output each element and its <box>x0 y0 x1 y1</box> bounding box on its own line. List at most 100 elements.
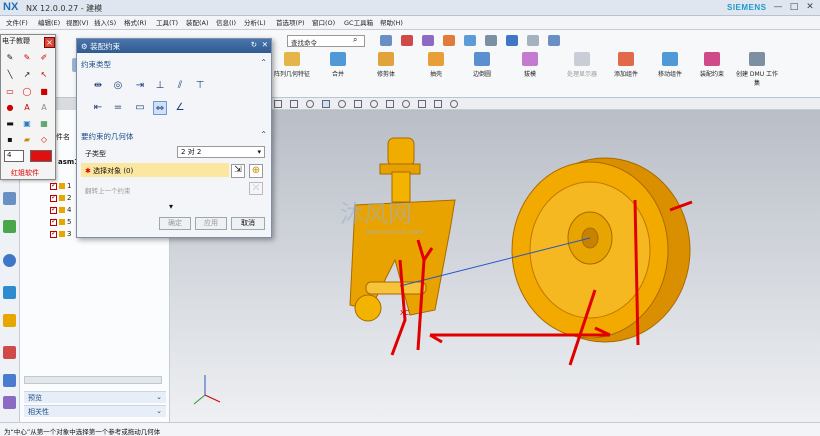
dialog-title-bar[interactable]: ⚙ 装配约束 ↻ ✕ <box>77 39 271 53</box>
checkbox[interactable] <box>50 229 57 238</box>
orient-icon[interactable] <box>548 35 560 46</box>
menu-format[interactable]: 格式(R) <box>124 17 147 27</box>
pattern-geometry-button[interactable]: 阵列几何特征 <box>270 52 314 78</box>
maximize-button[interactable]: □ <box>787 1 801 14</box>
dependencies-panel-toggle[interactable]: 相关性 ⌄ <box>24 405 166 417</box>
snap-quadrant-icon[interactable] <box>402 100 410 108</box>
snap-end-icon[interactable] <box>354 100 362 108</box>
menu-insert[interactable]: 插入(S) <box>94 17 116 27</box>
menu-info[interactable]: 信息(I) <box>216 17 236 27</box>
constraint-navigator-icon[interactable] <box>3 220 16 233</box>
parallel-icon[interactable]: ⫽ <box>173 79 187 93</box>
reset-icon[interactable]: ↻ <box>251 40 257 49</box>
close-icon[interactable]: ✕ <box>262 40 268 49</box>
horizontal-scrollbar[interactable] <box>24 376 162 384</box>
hd3d-icon[interactable] <box>3 314 16 327</box>
snap-center-icon[interactable] <box>338 100 346 108</box>
touch-align-icon[interactable]: ⇹ <box>91 79 105 93</box>
bond-icon[interactable]: = <box>111 101 125 115</box>
tree-row[interactable]: 5 <box>50 217 71 226</box>
eraser-icon[interactable]: ◇ <box>39 135 49 145</box>
center-icon[interactable]: ▭ <box>133 101 147 115</box>
ok-button[interactable]: 确定 <box>159 217 191 230</box>
constraint-type-header[interactable]: 约束类型 <box>81 59 111 70</box>
arrow-icon[interactable]: ↗ <box>22 70 32 80</box>
render-icon[interactable] <box>506 35 518 46</box>
chevron-up-icon[interactable]: ⌃ <box>260 130 267 139</box>
csys-icon[interactable] <box>401 35 413 46</box>
save-icon[interactable]: ▪ <box>5 135 15 145</box>
snap-mid-icon[interactable] <box>386 100 394 108</box>
expand-more-icon[interactable]: ▾ <box>169 202 173 211</box>
unite-button[interactable]: 合并 <box>316 52 360 78</box>
screenshot-icon[interactable]: ▣ <box>22 119 32 129</box>
search-icon[interactable]: ⌕ <box>353 35 357 45</box>
cancel-button[interactable]: 取消 <box>231 217 265 230</box>
edge-blend-button[interactable]: 边倒圆 <box>460 52 504 78</box>
checkbox[interactable] <box>50 205 57 214</box>
apply-button[interactable]: 应用 <box>195 217 227 230</box>
assembly-navigator-icon[interactable] <box>3 192 16 205</box>
point-icon[interactable] <box>422 35 434 46</box>
image-icon[interactable]: ▦ <box>39 119 49 129</box>
select-body-icon[interactable] <box>306 100 314 108</box>
preview-panel-toggle[interactable]: 预览 ⌄ <box>24 391 166 403</box>
web-browser-icon[interactable] <box>3 346 16 359</box>
stroke-size-select[interactable]: 4 <box>4 150 24 162</box>
menu-gc-toolbox[interactable]: GC工具箱 <box>344 17 373 27</box>
select-object-row[interactable]: ✱ 选择对象 (0) <box>81 163 229 177</box>
shell-button[interactable]: 抽壳 <box>414 52 458 78</box>
snap-tangent-icon[interactable] <box>450 100 458 108</box>
checkbox[interactable] <box>50 181 57 190</box>
stroke-color-picker[interactable] <box>30 150 52 162</box>
point-dialog-icon[interactable]: ⊕ <box>249 164 263 178</box>
pen-icon[interactable]: ✎ <box>5 53 15 63</box>
snap-point-icon[interactable] <box>418 100 426 108</box>
select-all-icon[interactable] <box>322 100 330 108</box>
add-component-button[interactable]: 添加组件 <box>604 52 648 78</box>
open-folder-icon[interactable]: ▰ <box>22 135 32 145</box>
text-style-icon[interactable]: A <box>39 103 49 113</box>
checkbox[interactable] <box>50 217 57 226</box>
close-window-button[interactable]: ✕ <box>803 1 817 14</box>
perpendicular-icon[interactable]: ⊤ <box>193 79 207 93</box>
reuse-library-icon[interactable] <box>3 286 16 299</box>
snap-icon[interactable] <box>380 35 392 46</box>
menu-help[interactable]: 帮助(H) <box>380 17 403 27</box>
rectangle-icon[interactable]: ▭ <box>5 87 15 97</box>
close-icon[interactable]: × <box>44 37 55 48</box>
assembly-constraint-button[interactable]: 装配约束 <box>690 52 734 78</box>
menu-analysis[interactable]: 分析(L) <box>244 17 266 27</box>
marker-icon[interactable]: ✎ <box>22 53 32 63</box>
snap-arc-icon[interactable] <box>370 100 378 108</box>
draft-button[interactable]: 拔模 <box>508 52 552 78</box>
line-icon[interactable]: ╲ <box>5 70 15 80</box>
filled-rectangle-icon[interactable]: ■ <box>39 87 49 97</box>
part-navigator-icon[interactable] <box>3 254 16 267</box>
menu-view[interactable]: 视图(V) <box>66 17 89 27</box>
geometry-section-header[interactable]: 要约束的几何体 <box>81 131 134 142</box>
tree-row[interactable]: 1 <box>50 181 71 190</box>
select-tool-icon[interactable]: ⇲ <box>231 164 245 178</box>
vector-icon[interactable] <box>443 35 455 46</box>
select-face-icon[interactable] <box>290 100 298 108</box>
window-icon[interactable] <box>527 35 539 46</box>
filled-ellipse-icon[interactable]: ● <box>5 103 15 113</box>
highlighter-icon[interactable]: ✐ <box>39 53 49 63</box>
menu-assembly[interactable]: 装配(A) <box>186 17 209 27</box>
history-icon[interactable] <box>3 374 16 387</box>
ellipse-icon[interactable]: ◯ <box>22 87 32 97</box>
trim-body-button[interactable]: 修剪体 <box>364 52 408 78</box>
snap-intersect-icon[interactable] <box>434 100 442 108</box>
chevron-up-icon[interactable]: ⌃ <box>260 58 267 67</box>
angle-icon[interactable]: ∠ <box>173 101 187 115</box>
menu-window[interactable]: 窗口(O) <box>312 17 335 27</box>
move-component-button[interactable]: 移动组件 <box>648 52 692 78</box>
center-active-icon[interactable]: ⇔ <box>153 101 167 115</box>
system-materials-icon[interactable] <box>3 396 16 409</box>
fix-icon[interactable]: ⊥ <box>153 79 167 93</box>
view-icon[interactable] <box>485 35 497 46</box>
menu-file[interactable]: 文件(F) <box>6 17 28 27</box>
text-icon[interactable]: A <box>22 103 32 113</box>
distance-icon[interactable]: ⇥ <box>133 79 147 93</box>
